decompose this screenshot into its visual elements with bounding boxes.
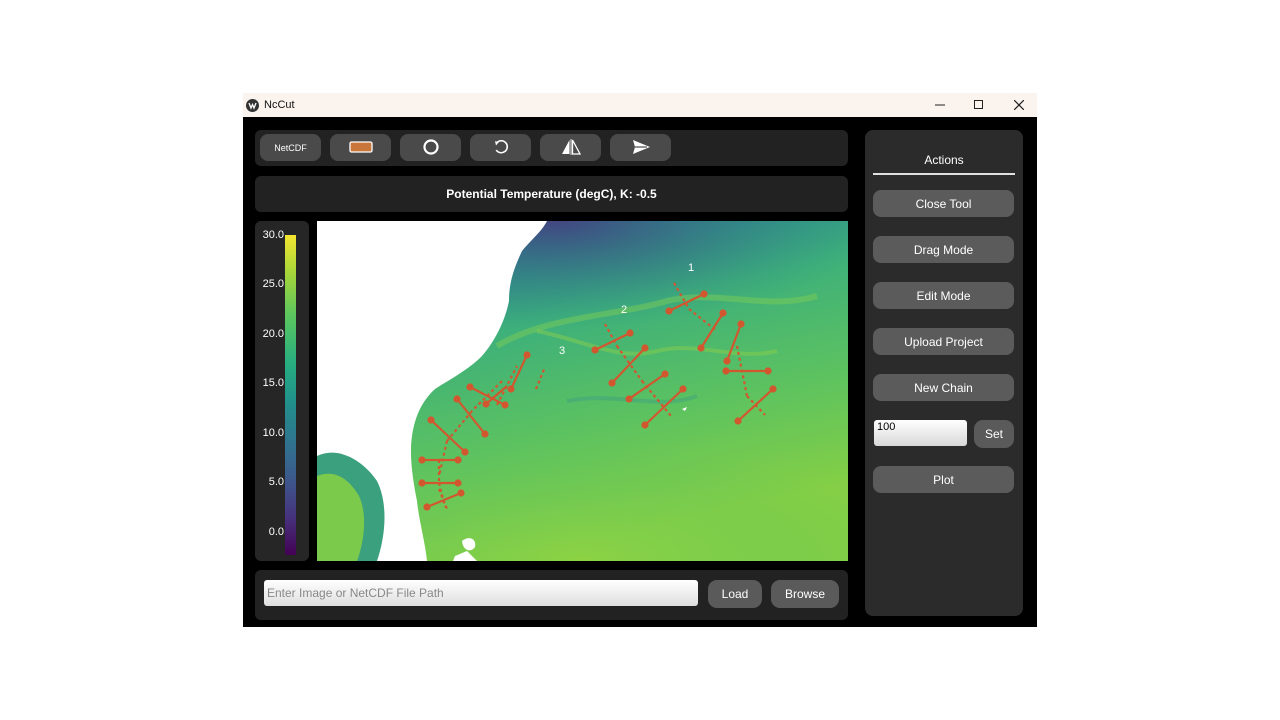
flip-button[interactable] (540, 134, 601, 161)
plot-title-bar: Potential Temperature (degC), K: -0.5 (255, 176, 848, 212)
colorbar-tick: 20.0 (262, 328, 284, 340)
plot-button[interactable]: Plot (873, 466, 1014, 493)
transect-label: 2 (621, 304, 627, 316)
ocean-temperature-map[interactable]: 1 2 3 (317, 221, 848, 561)
close-icon[interactable] (999, 93, 1039, 117)
close-tool-button[interactable]: Close Tool (873, 190, 1014, 217)
minimize-icon[interactable] (920, 93, 960, 117)
colorbar-tick: 0.0 (268, 526, 284, 538)
circle-icon (422, 138, 440, 158)
send-icon (631, 139, 651, 157)
upload-project-button[interactable]: Upload Project (873, 328, 1014, 355)
app-logo-icon (246, 98, 259, 112)
window-title: NcCut (264, 99, 295, 111)
maximize-icon[interactable] (959, 93, 999, 117)
file-path-bar: Load Browse (255, 570, 848, 620)
plot-title: Potential Temperature (degC), K: -0.5 (446, 187, 657, 201)
tab-actions[interactable]: Actions (873, 146, 1015, 175)
circle-tool-button[interactable] (400, 134, 461, 161)
rotate-button[interactable] (470, 134, 531, 161)
set-button[interactable]: Set (974, 420, 1014, 448)
app-window: NcCut NetCDF Potential Temperature (degC… (243, 93, 1037, 627)
browse-button[interactable]: Browse (771, 580, 839, 608)
transect-label: 3 (559, 345, 565, 357)
load-button[interactable]: Load (708, 580, 762, 608)
colorbar-tick: 25.0 (262, 278, 284, 290)
actions-sidebar: Actions Close Tool Drag Mode Edit Mode U… (865, 130, 1023, 616)
colorbar: 30.0 25.0 20.0 15.0 10.0 5.0 0.0 (255, 221, 309, 561)
send-button[interactable] (610, 134, 671, 161)
width-input[interactable] (874, 420, 967, 446)
colorbar-tick: 15.0 (262, 377, 284, 389)
colorbar-tick: 5.0 (268, 476, 284, 488)
title-bar: NcCut (243, 93, 1037, 117)
map-canvas[interactable]: 1 2 3 (317, 221, 848, 561)
drag-mode-button[interactable]: Drag Mode (873, 236, 1014, 263)
transect-label: 1 (688, 262, 694, 274)
colorbar-gradient (285, 235, 296, 555)
colorbar-tick: 10.0 (262, 427, 284, 439)
flip-icon (560, 138, 582, 158)
netcdf-button[interactable]: NetCDF (260, 134, 321, 161)
new-chain-button[interactable]: New Chain (873, 374, 1014, 401)
toolbar: NetCDF (255, 130, 848, 166)
main-content: NetCDF Potential Temperature (degC), K: … (243, 117, 1037, 627)
rotate-icon (493, 139, 509, 157)
colorbar-tick: 30.0 (262, 229, 284, 241)
rectangle-tool-button[interactable] (330, 134, 391, 161)
rectangle-icon (348, 140, 373, 155)
file-path-input[interactable] (264, 580, 698, 606)
edit-mode-button[interactable]: Edit Mode (873, 282, 1014, 309)
